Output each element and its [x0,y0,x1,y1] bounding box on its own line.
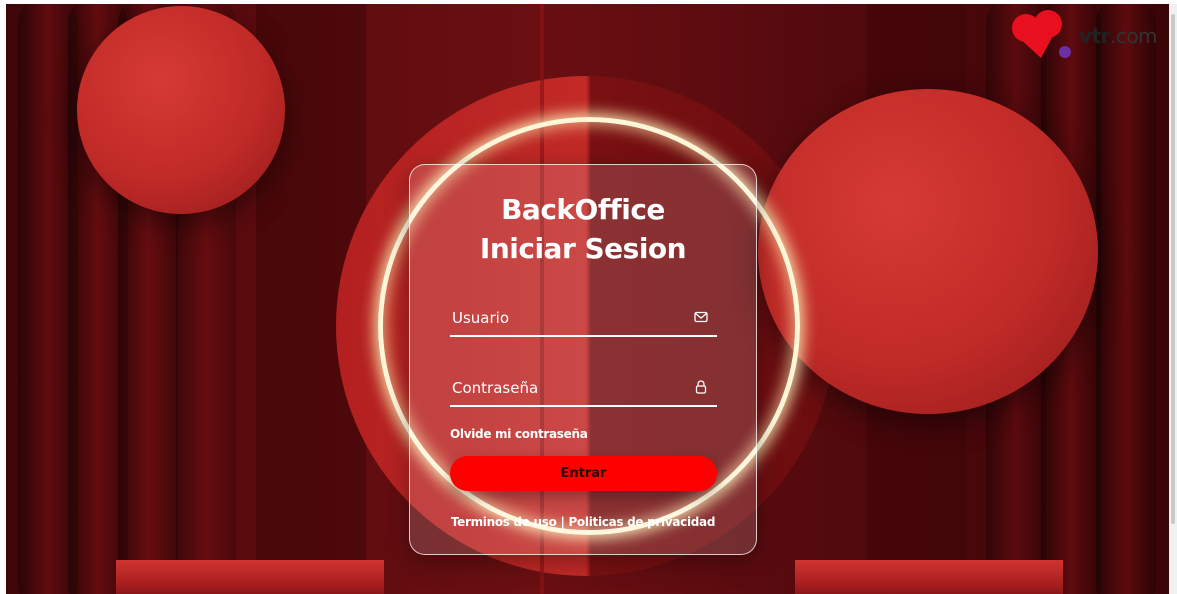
background-circle-right [758,89,1098,414]
username-input[interactable] [450,301,680,335]
mail-icon [694,311,708,323]
background-pedestal-left [116,560,384,594]
background-circle-left [77,6,285,214]
background-wave [1096,4,1156,594]
scrollbar[interactable] [1169,4,1177,594]
legal-separator: | [560,515,565,529]
login-card: BackOffice Iniciar Sesion Olvide mi cont… [409,164,757,555]
card-subtitle: Iniciar Sesion [479,232,687,265]
card-title: BackOffice [501,193,665,226]
vtr-logo-wordmark: vtr.com [1079,24,1158,48]
vtr-logo: vtr.com [1003,6,1163,66]
submit-button[interactable]: Entrar [450,456,717,491]
background-pedestal-right [795,560,1063,594]
vtr-logo-icon [1012,10,1071,58]
password-field [450,371,717,407]
privacy-link[interactable]: Politicas de privacidad [568,515,715,529]
terms-link[interactable]: Terminos de uso [451,515,557,529]
vtr-logo-brand: vtr [1079,24,1110,48]
legal-links: Terminos de uso | Politicas de privacida… [410,515,756,529]
forgot-password-link[interactable]: Olvide mi contraseña [450,427,588,441]
scrollbar-thumb[interactable] [1171,14,1175,524]
username-field [450,301,717,337]
vtr-logo-domain: .com [1109,24,1158,48]
password-input[interactable] [450,371,680,405]
lock-icon [695,380,707,394]
